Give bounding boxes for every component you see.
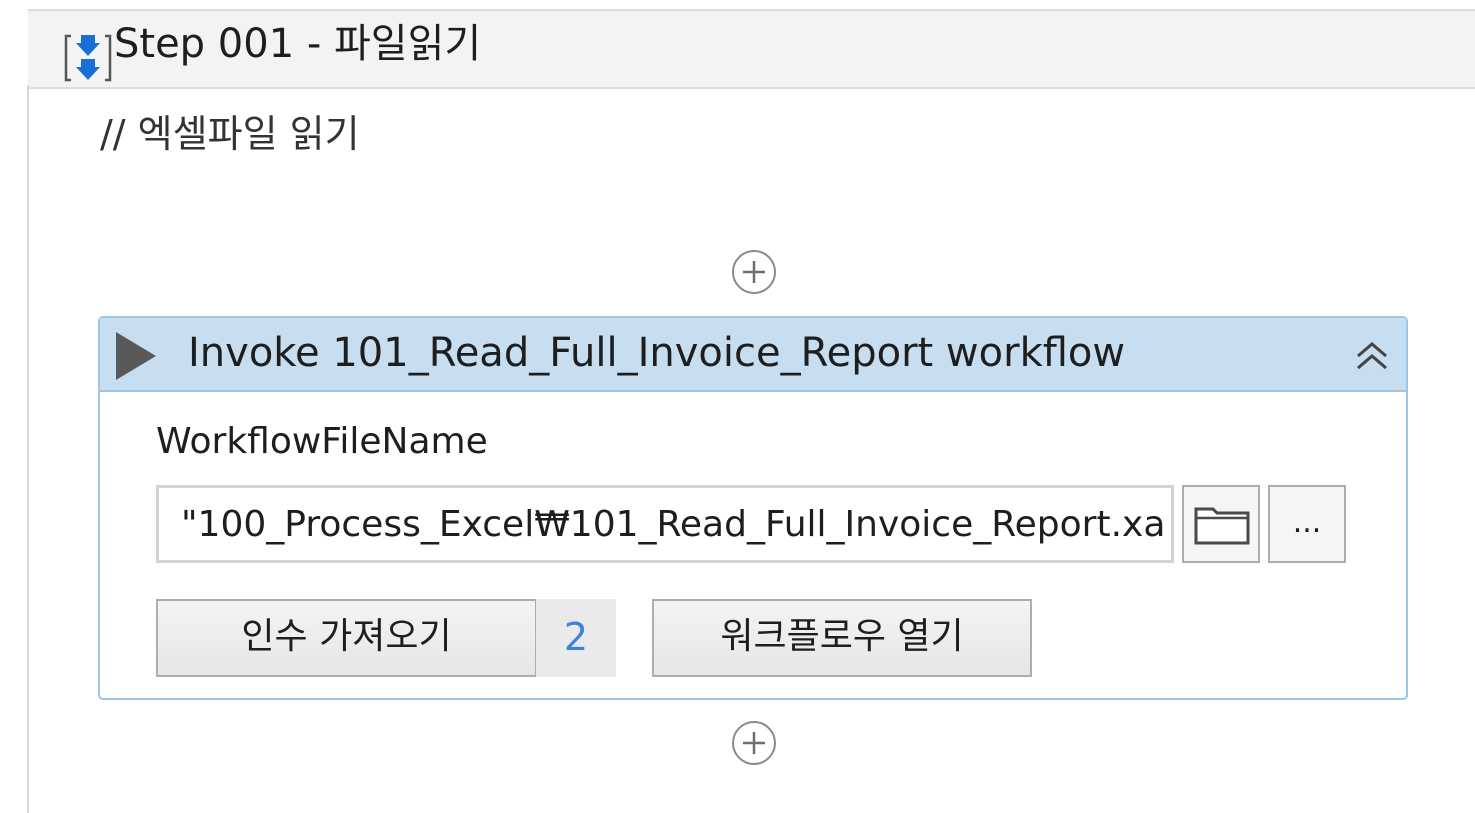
sequence-icon: [64, 34, 112, 82]
add-activity-icon[interactable]: [730, 719, 778, 767]
sequence-left-border: [27, 85, 29, 813]
arguments-count-badge: 2: [536, 599, 616, 677]
folder-icon: [1194, 507, 1250, 545]
more-options-button[interactable]: ...: [1268, 485, 1346, 563]
workflow-filename-input[interactable]: [156, 485, 1174, 563]
open-workflow-button[interactable]: 워크플로우 열기: [652, 599, 1032, 677]
play-icon: [116, 332, 156, 380]
sequence-title: Step 001 - 파일읽기: [114, 21, 482, 67]
activity-header[interactable]: Invoke 101_Read_Full_Invoice_Report work…: [100, 318, 1406, 392]
more-options-label: ...: [1292, 505, 1322, 540]
sequence-header[interactable]: Step 001 - 파일읽기: [28, 9, 1475, 89]
activity-title: Invoke 101_Read_Full_Invoice_Report work…: [188, 330, 1126, 376]
browse-file-button[interactable]: [1182, 485, 1260, 563]
import-arguments-button[interactable]: 인수 가져오기: [156, 599, 537, 677]
sequence-container: Step 001 - 파일읽기 // 엑셀파일 읽기 Invoke 101_Re…: [0, 0, 1475, 813]
add-activity-icon[interactable]: [730, 248, 778, 296]
workflow-filename-label: WorkflowFileName: [156, 421, 488, 462]
double-chevron-up-icon[interactable]: [1352, 336, 1392, 376]
arguments-count: 2: [563, 615, 589, 659]
sequence-comment: // 엑셀파일 읽기: [100, 112, 360, 156]
